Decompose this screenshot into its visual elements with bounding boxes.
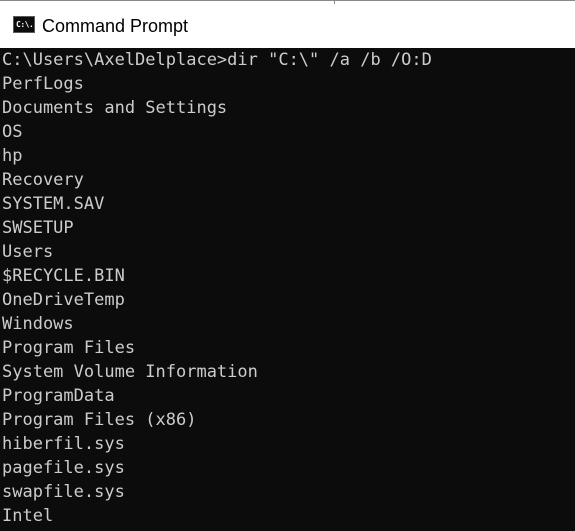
console-line: Documents and Settings xyxy=(2,98,228,118)
console-line: hiberfil.sys xyxy=(2,434,125,454)
console-line: Windows xyxy=(2,314,74,334)
console-line: OS xyxy=(2,122,23,142)
console-line: OneDriveTemp xyxy=(2,290,125,310)
console-line: Program Files xyxy=(2,338,136,358)
title-bar[interactable]: C:\. Command Prompt xyxy=(0,0,575,48)
console-line: PerfLogs xyxy=(2,74,84,94)
console-line: Recovery xyxy=(2,170,84,190)
console-line: System Volume Information xyxy=(2,362,258,382)
console-line: Intel xyxy=(2,506,54,526)
console-line: swapfile.sys xyxy=(2,482,125,502)
window-edge-divider xyxy=(334,1,335,4)
console-line: SWSETUP xyxy=(2,218,74,238)
console-line: SYSTEM.SAV xyxy=(2,194,105,214)
console-line: ProgramData xyxy=(2,386,115,406)
console-line: pagefile.sys xyxy=(2,458,125,478)
console-line: hp xyxy=(2,146,23,166)
cmd-icon[interactable]: C:\. xyxy=(13,16,35,33)
command-prompt-window: C:\. Command Prompt C:\Users\AxelDelplac… xyxy=(0,0,575,531)
console-line: Users xyxy=(2,242,54,262)
console-line: Program Files (x86) xyxy=(2,410,197,430)
console-line: $RECYCLE.BIN xyxy=(2,266,125,286)
window-title: Command Prompt xyxy=(42,16,189,36)
console-output[interactable]: C:\Users\AxelDelplace>dir "C:\" /a /b /O… xyxy=(0,48,575,531)
console-line: C:\Users\AxelDelplace>dir "C:\" /a /b /O… xyxy=(2,50,432,70)
